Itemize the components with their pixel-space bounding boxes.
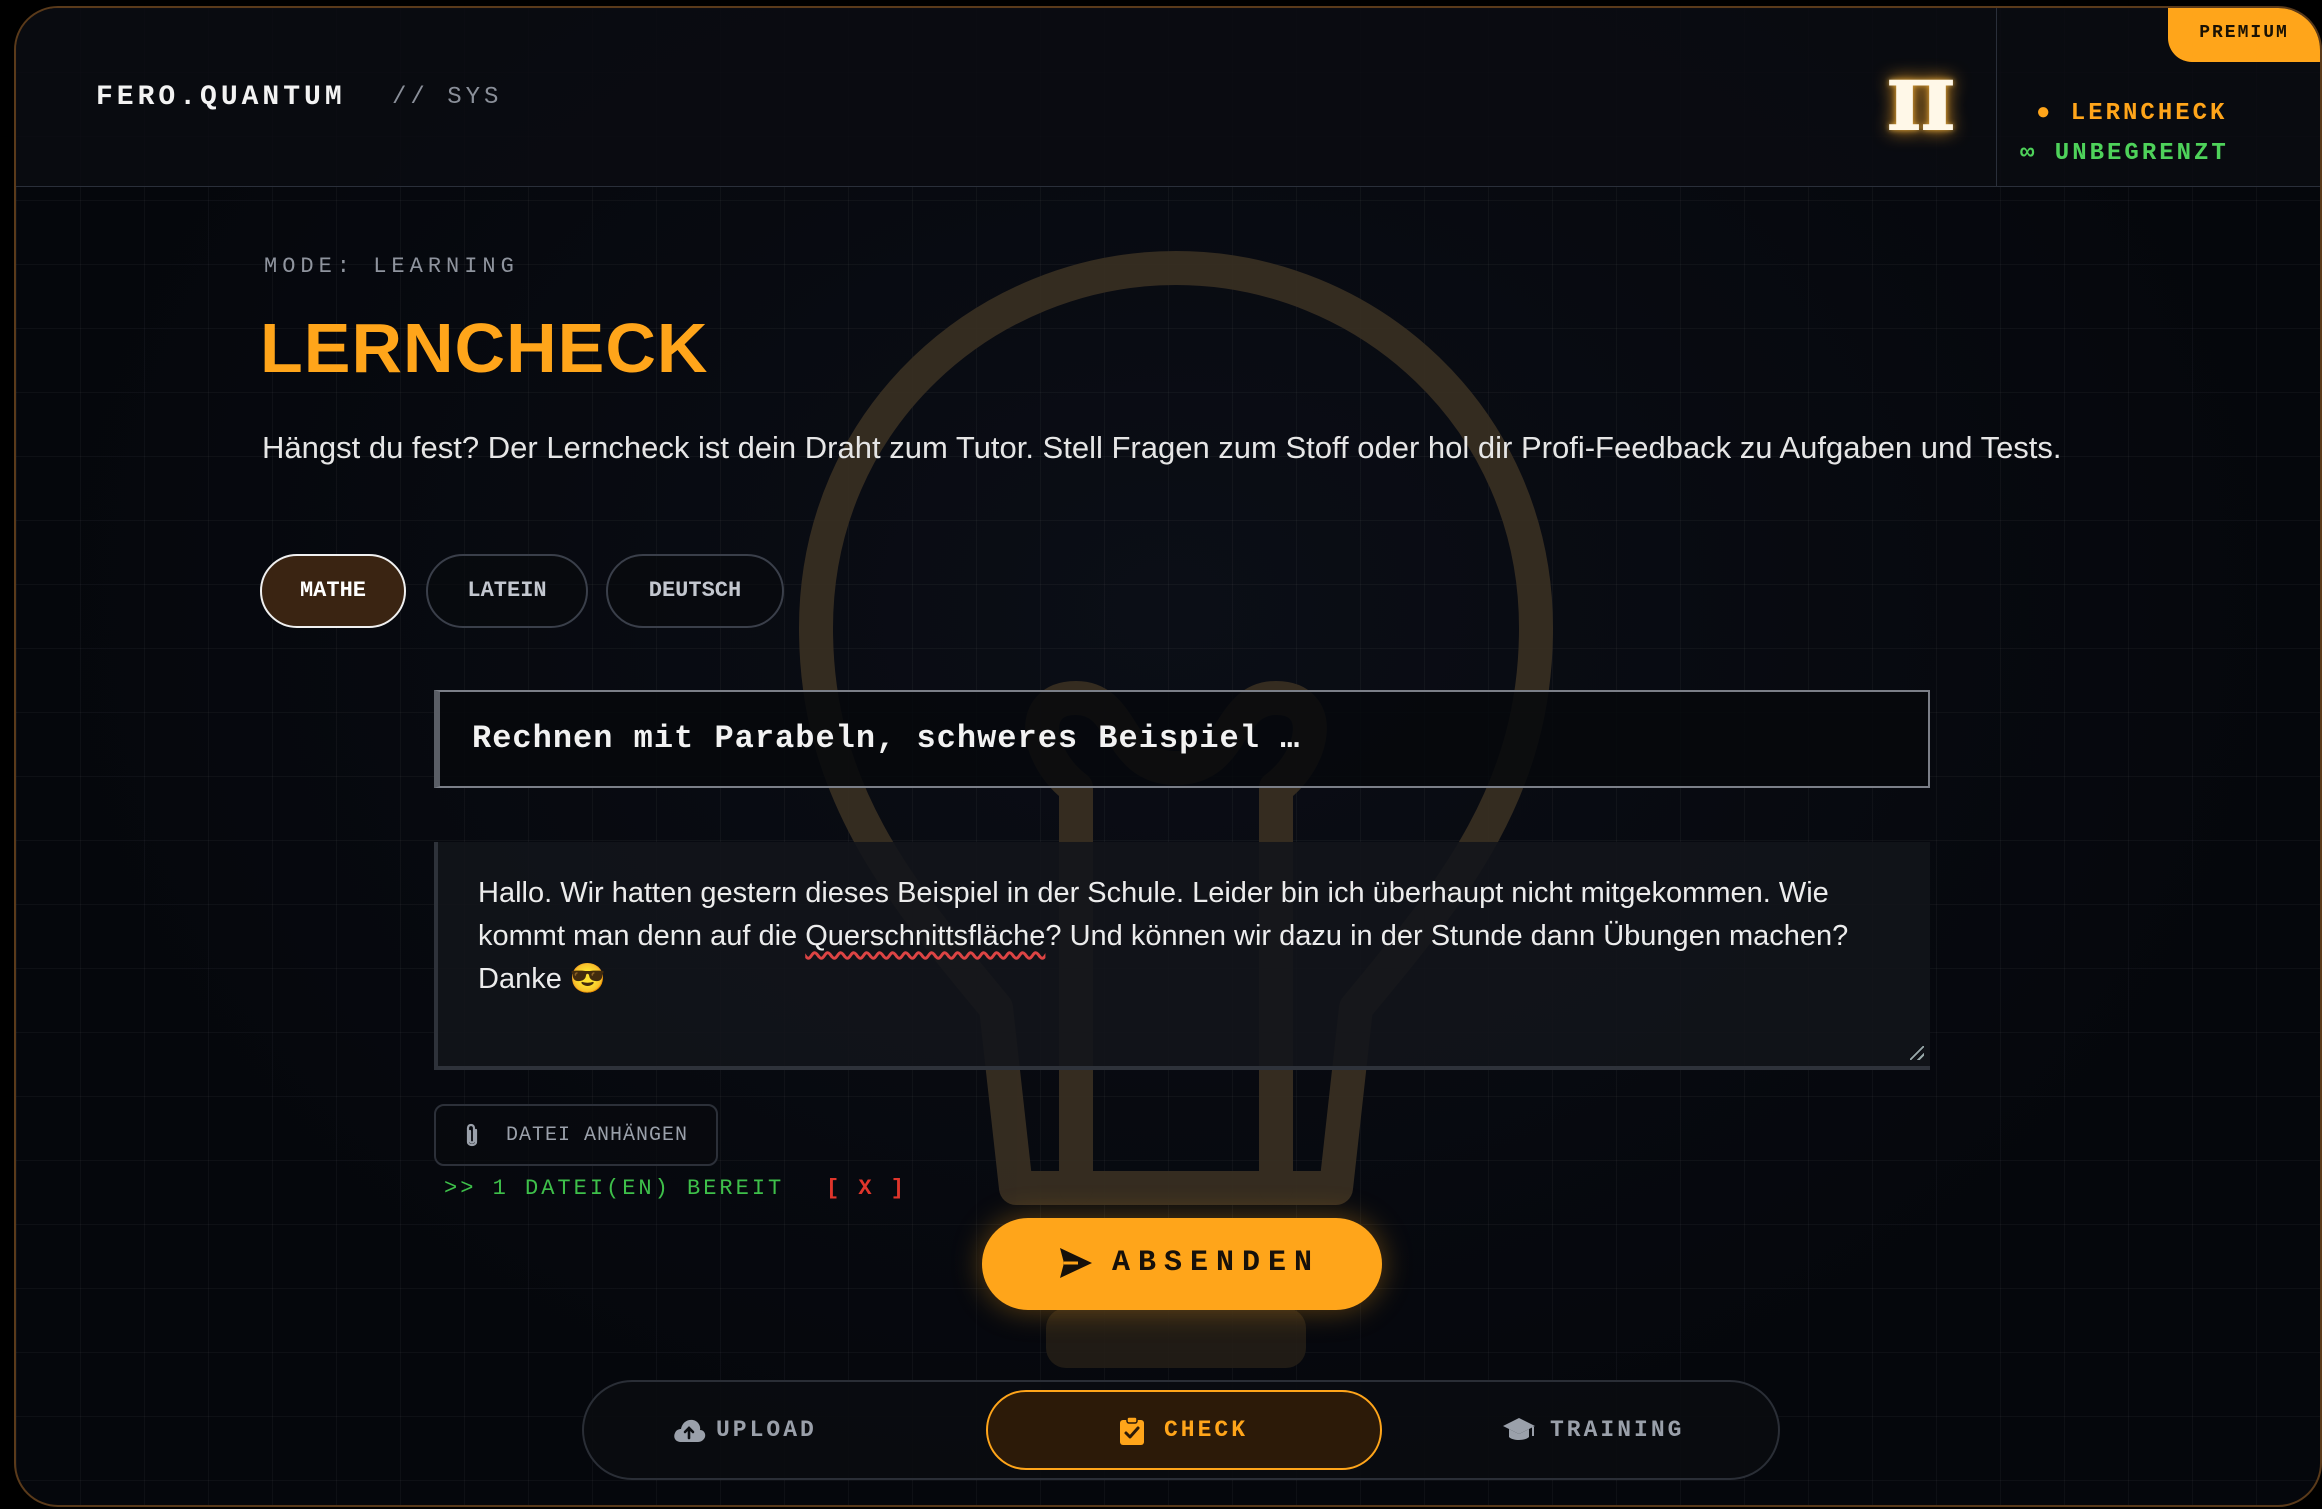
premium-badge: PREMIUM (2168, 8, 2320, 62)
nav-item-training[interactable]: TRAINING (1484, 1390, 1744, 1470)
subject-tab-deutsch[interactable]: DEUTSCH (606, 554, 784, 628)
send-icon (1060, 1248, 1092, 1278)
status-mode: ● LERNCHECK (2036, 100, 2228, 127)
nav-training-label: TRAINING (1550, 1417, 1685, 1443)
page-description: Hängst du fest? Der Lerncheck ist dein D… (262, 430, 2062, 465)
nav-upload-label: UPLOAD (716, 1417, 817, 1443)
clipboard-check-icon (1120, 1416, 1144, 1445)
nav-item-upload[interactable]: UPLOAD (644, 1390, 864, 1470)
brand-suffix: // SYS (392, 84, 503, 111)
nav-item-check[interactable]: CHECK (986, 1390, 1382, 1470)
header-divider (1996, 8, 1997, 186)
bottom-navigation: UPLOAD CHECK TRAINING (582, 1380, 1780, 1480)
attach-file-button[interactable]: DATEI ANHÄNGEN (434, 1104, 718, 1166)
brand-name[interactable]: FERO.QUANTUM (96, 82, 346, 113)
paperclip-icon (466, 1123, 478, 1147)
topic-input[interactable]: Rechnen mit Parabeln, schweres Beispiel … (434, 690, 1930, 788)
mode-label: MODE: LEARNING (264, 254, 519, 279)
subject-tab-mathe[interactable]: MATHE (260, 554, 406, 628)
attach-file-label: DATEI ANHÄNGEN (506, 1124, 689, 1147)
graduation-cap-icon (1503, 1418, 1535, 1440)
resize-handle[interactable] (1910, 1046, 1924, 1060)
files-ready-status: >> 1 DATEI(EN) BEREIT (444, 1176, 785, 1201)
submit-button[interactable]: ABSENDEN (982, 1218, 1382, 1310)
misspelled-word: Querschnittsfläche (805, 920, 1046, 952)
status-quota: ∞ UNBEGRENZT (2020, 140, 2229, 167)
nav-check-label: CHECK (1164, 1417, 1249, 1443)
message-textarea[interactable]: Hallo. Wir hatten gestern dieses Beispie… (434, 842, 1930, 1070)
remove-files-button[interactable]: [ X ] (826, 1176, 907, 1201)
pi-logo-icon: π (1885, 40, 1957, 153)
top-header: FERO.QUANTUM // SYS π PREMIUM ● LERNCHEC… (16, 8, 2320, 187)
subject-tab-latein[interactable]: LATEIN (426, 554, 588, 628)
cloud-upload-icon (674, 1419, 706, 1442)
page-title: LERNCHECK (260, 309, 709, 387)
app-frame: FERO.QUANTUM // SYS π PREMIUM ● LERNCHEC… (14, 6, 2322, 1507)
submit-label: ABSENDEN (1112, 1246, 1321, 1280)
